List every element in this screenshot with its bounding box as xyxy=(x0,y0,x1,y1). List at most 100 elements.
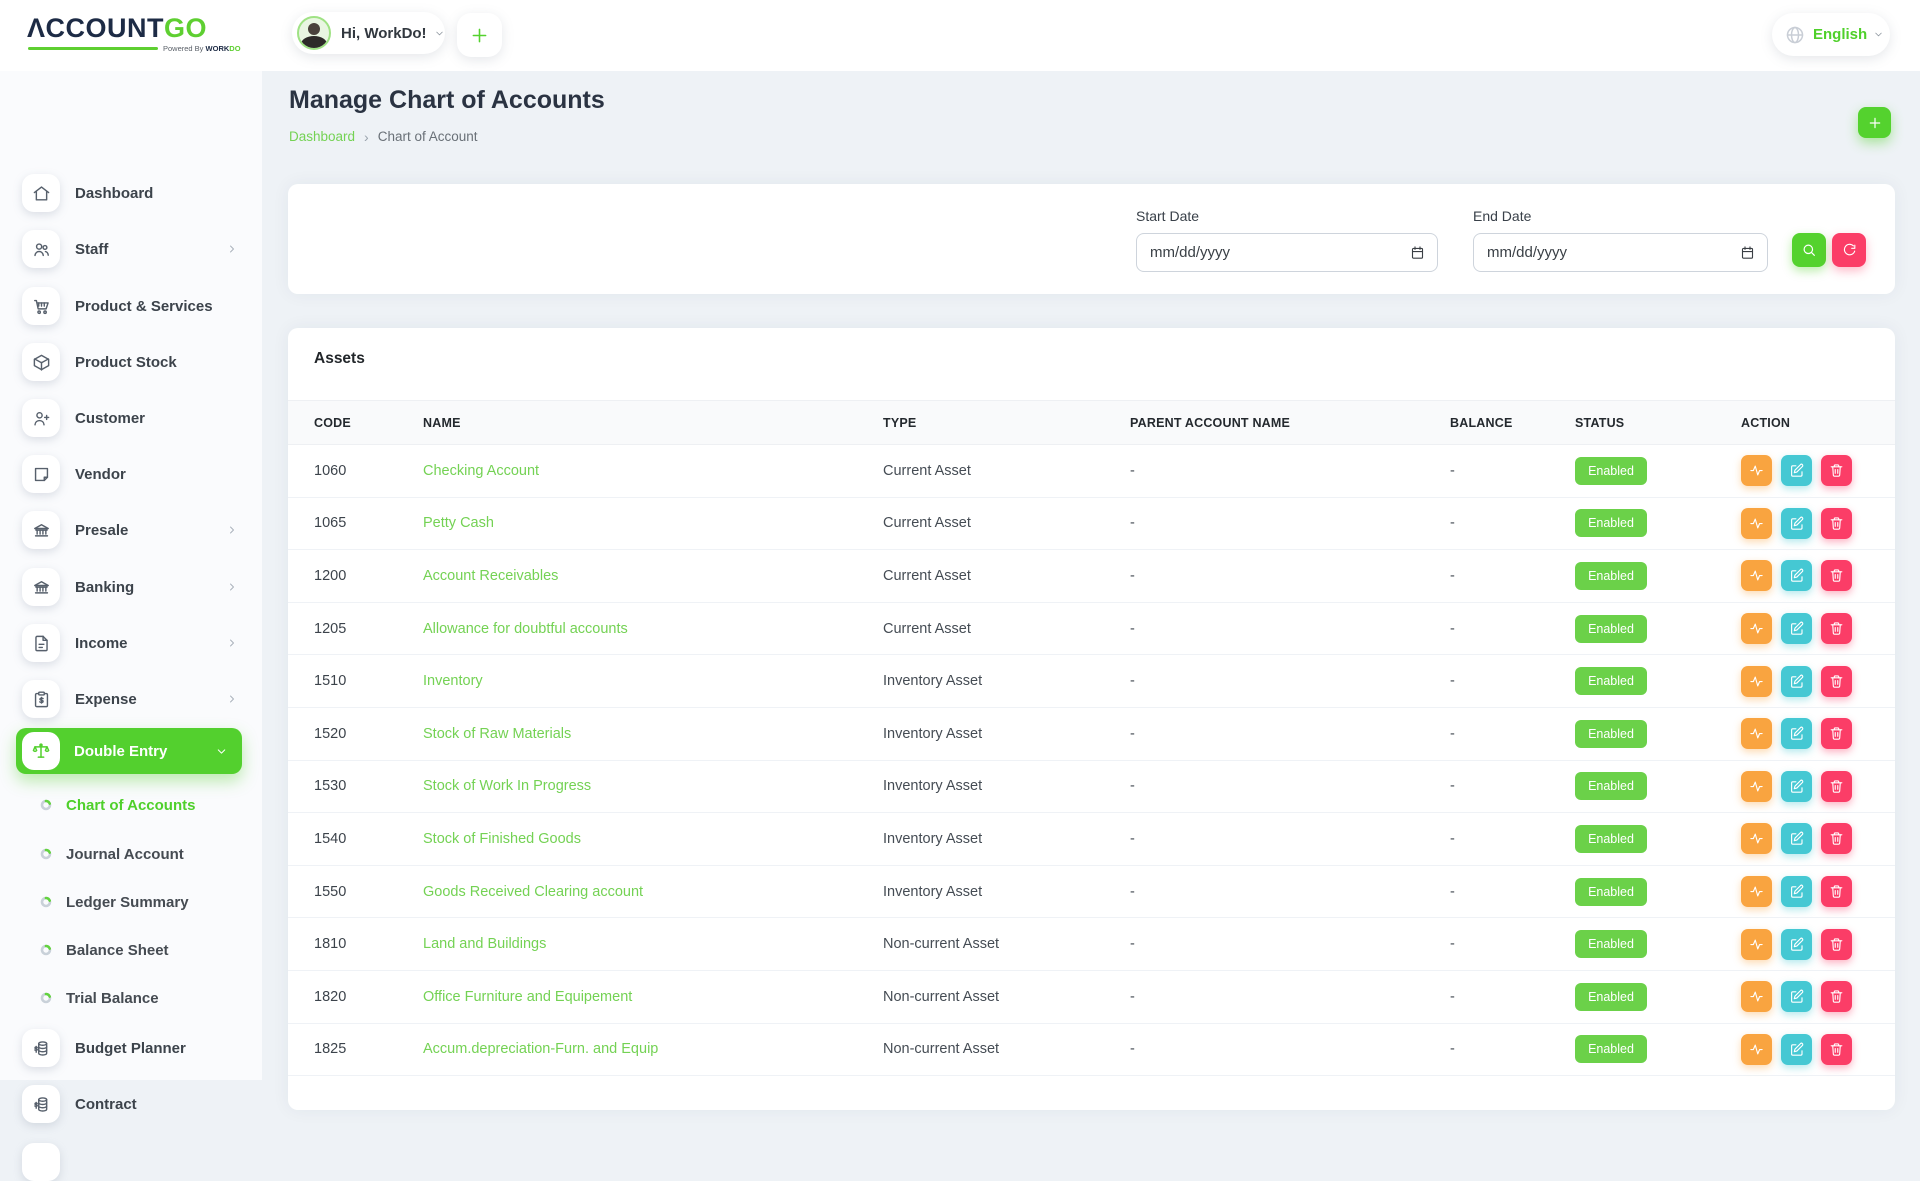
account-name-link[interactable]: Checking Account xyxy=(423,463,539,479)
ledger-button[interactable] xyxy=(1741,1034,1772,1065)
account-name-link[interactable]: Stock of Raw Materials xyxy=(423,726,571,742)
language-selector[interactable]: English xyxy=(1772,13,1890,56)
trash-icon xyxy=(1829,516,1844,531)
delete-button[interactable] xyxy=(1821,666,1852,697)
edit-button[interactable] xyxy=(1781,929,1812,960)
edit-button[interactable] xyxy=(1781,1034,1812,1065)
cell-action xyxy=(1723,508,1869,539)
calendar-icon[interactable] xyxy=(1410,245,1425,260)
start-date-input[interactable]: mm/dd/yyyy xyxy=(1136,233,1438,272)
plus-icon xyxy=(469,25,490,46)
ledger-button[interactable] xyxy=(1741,666,1772,697)
chevron-right-icon xyxy=(226,581,238,593)
search-button[interactable] xyxy=(1792,233,1826,267)
account-name-link[interactable]: Stock of Work In Progress xyxy=(423,778,591,794)
trash-icon xyxy=(1829,1042,1844,1057)
edit-button[interactable] xyxy=(1781,455,1812,486)
sidebar-subitem-journal-account[interactable]: Journal Account xyxy=(0,841,262,867)
delete-button[interactable] xyxy=(1821,771,1852,802)
edit-button[interactable] xyxy=(1781,771,1812,802)
ledger-button[interactable] xyxy=(1741,823,1772,854)
sidebar-item-dashboard[interactable]: Dashboard xyxy=(0,174,262,212)
cell-code: 1510 xyxy=(314,673,423,689)
ledger-button[interactable] xyxy=(1741,508,1772,539)
column-header-parent: PARENT ACCOUNT NAME xyxy=(1130,416,1450,430)
delete-button[interactable] xyxy=(1821,560,1852,591)
sidebar-item-vendor[interactable]: Vendor xyxy=(0,455,262,493)
account-name-link[interactable]: Office Furniture and Equipement xyxy=(423,989,632,1005)
sidebar-subitem-trial-balance[interactable]: Trial Balance xyxy=(0,985,262,1011)
ledger-button[interactable] xyxy=(1741,771,1772,802)
edit-button[interactable] xyxy=(1781,981,1812,1012)
account-name-link[interactable]: Accum.depreciation-Furn. and Equip xyxy=(423,1041,658,1057)
edit-button[interactable] xyxy=(1781,666,1812,697)
sidebar-item-customer[interactable]: Customer xyxy=(0,399,262,437)
ledger-button[interactable] xyxy=(1741,718,1772,749)
sidebar-subitem-balance-sheet[interactable]: Balance Sheet xyxy=(0,937,262,963)
sidebar-subitem-chart-of-accounts[interactable]: Chart of Accounts xyxy=(0,792,262,818)
status-badge: Enabled xyxy=(1575,562,1647,590)
quick-add-button[interactable] xyxy=(457,13,502,57)
cell-parent: - xyxy=(1130,778,1450,794)
trash-icon xyxy=(1829,937,1844,952)
sidebar-item-partial[interactable] xyxy=(0,1143,262,1181)
cell-parent: - xyxy=(1130,831,1450,847)
account-name-link[interactable]: Goods Received Clearing account xyxy=(423,884,643,900)
ledger-button[interactable] xyxy=(1741,929,1772,960)
cell-code: 1530 xyxy=(314,778,423,794)
delete-button[interactable] xyxy=(1821,718,1852,749)
end-date-input[interactable]: mm/dd/yyyy xyxy=(1473,233,1768,272)
ledger-button[interactable] xyxy=(1741,876,1772,907)
ledger-button[interactable] xyxy=(1741,560,1772,591)
sidebar-item-staff[interactable]: Staff xyxy=(0,230,262,268)
account-name-link[interactable]: Inventory xyxy=(423,673,483,689)
donut-icon xyxy=(40,799,52,811)
sidebar-item-presale[interactable]: Presale xyxy=(0,511,262,549)
sidebar-item-expense[interactable]: Expense xyxy=(0,680,262,718)
delete-button[interactable] xyxy=(1821,876,1852,907)
trash-icon xyxy=(1829,884,1844,899)
delete-button[interactable] xyxy=(1821,823,1852,854)
delete-button[interactable] xyxy=(1821,613,1852,644)
calendar-icon[interactable] xyxy=(1740,245,1755,260)
edit-button[interactable] xyxy=(1781,560,1812,591)
delete-button[interactable] xyxy=(1821,1034,1852,1065)
edit-button[interactable] xyxy=(1781,718,1812,749)
sidebar-item-income[interactable]: Income xyxy=(0,624,262,662)
ledger-button[interactable] xyxy=(1741,613,1772,644)
sidebar-subitem-ledger-summary[interactable]: Ledger Summary xyxy=(0,889,262,915)
edit-icon xyxy=(1789,463,1804,478)
ledger-button[interactable] xyxy=(1741,981,1772,1012)
sidebar-item-contract[interactable]: Contract xyxy=(0,1085,262,1123)
edit-button[interactable] xyxy=(1781,613,1812,644)
chevron-right-icon xyxy=(226,637,238,649)
delete-button[interactable] xyxy=(1821,455,1852,486)
status-badge: Enabled xyxy=(1575,930,1647,958)
edit-button[interactable] xyxy=(1781,508,1812,539)
edit-button[interactable] xyxy=(1781,876,1812,907)
status-badge: Enabled xyxy=(1575,772,1647,800)
account-name-link[interactable]: Stock of Finished Goods xyxy=(423,831,581,847)
add-account-button[interactable] xyxy=(1858,107,1891,138)
delete-button[interactable] xyxy=(1821,981,1852,1012)
delete-button[interactable] xyxy=(1821,929,1852,960)
account-name-link[interactable]: Allowance for doubtful accounts xyxy=(423,621,628,637)
account-name-link[interactable]: Land and Buildings xyxy=(423,936,546,952)
delete-button[interactable] xyxy=(1821,508,1852,539)
activity-icon xyxy=(1749,621,1764,636)
ledger-button[interactable] xyxy=(1741,455,1772,486)
sidebar-item-product-stock[interactable]: Product Stock xyxy=(0,343,262,381)
account-name-link[interactable]: Account Receivables xyxy=(423,568,558,584)
sidebar-item-product-services[interactable]: Product & Services xyxy=(0,287,262,325)
status-badge: Enabled xyxy=(1575,878,1647,906)
account-name-link[interactable]: Petty Cash xyxy=(423,515,494,531)
edit-button[interactable] xyxy=(1781,823,1812,854)
cell-balance: - xyxy=(1450,726,1575,742)
user-menu[interactable]: Hi, WorkDo! xyxy=(292,12,445,54)
sidebar-item-budget-planner[interactable]: Budget Planner xyxy=(0,1029,262,1067)
cell-action xyxy=(1723,718,1869,749)
breadcrumb-dashboard-link[interactable]: Dashboard xyxy=(289,129,355,144)
reset-button[interactable] xyxy=(1832,233,1866,267)
sidebar-item-banking[interactable]: Banking xyxy=(0,568,262,606)
sidebar-item-double-entry[interactable]: Double Entry xyxy=(16,728,242,774)
